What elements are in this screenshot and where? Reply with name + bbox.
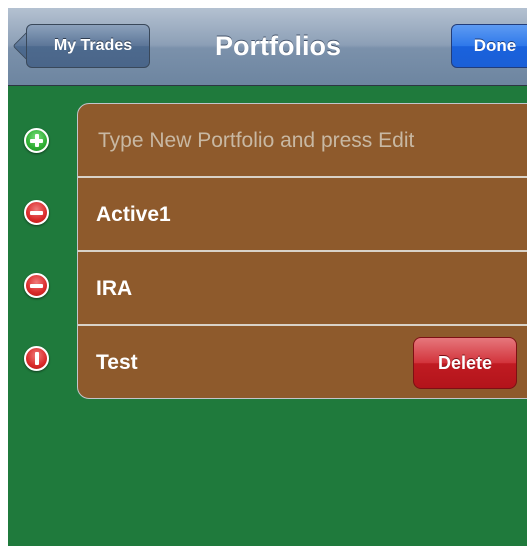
app-window: My Trades Portfolios Done A <box>8 8 527 546</box>
portfolio-row-active1[interactable]: Active1 <box>78 178 527 251</box>
add-circle-icon[interactable] <box>24 128 49 153</box>
remove-icon-bar <box>30 283 43 288</box>
screen: My Trades Portfolios Done A <box>0 0 527 546</box>
new-portfolio-row[interactable] <box>78 104 527 177</box>
add-icon-bar-v <box>34 134 39 147</box>
confirm-icon-bar <box>34 352 39 365</box>
delete-button[interactable]: Delete <box>413 337 517 389</box>
remove-circle-icon[interactable] <box>24 200 49 225</box>
portfolio-name: IRA <box>96 277 133 300</box>
navigation-bar: My Trades Portfolios Done <box>8 8 527 86</box>
delete-confirm-icon[interactable] <box>24 346 49 371</box>
portfolio-row-test[interactable]: Test Delete <box>78 326 527 398</box>
portfolio-table: Active1 IRA Test Delete <box>77 103 527 399</box>
remove-icon-bar <box>30 210 43 215</box>
remove-circle-icon[interactable] <box>24 273 49 298</box>
new-portfolio-input[interactable] <box>98 104 527 177</box>
back-button[interactable]: My Trades <box>12 23 150 69</box>
done-button-label: Done <box>473 36 517 55</box>
page-title: Portfolios <box>215 31 341 61</box>
back-button-label: My Trades <box>53 37 133 54</box>
portfolio-row-ira[interactable]: IRA <box>78 252 527 325</box>
portfolio-name: Test <box>96 351 138 374</box>
portfolio-name: Active1 <box>96 203 171 226</box>
done-button[interactable]: Done <box>451 24 527 68</box>
